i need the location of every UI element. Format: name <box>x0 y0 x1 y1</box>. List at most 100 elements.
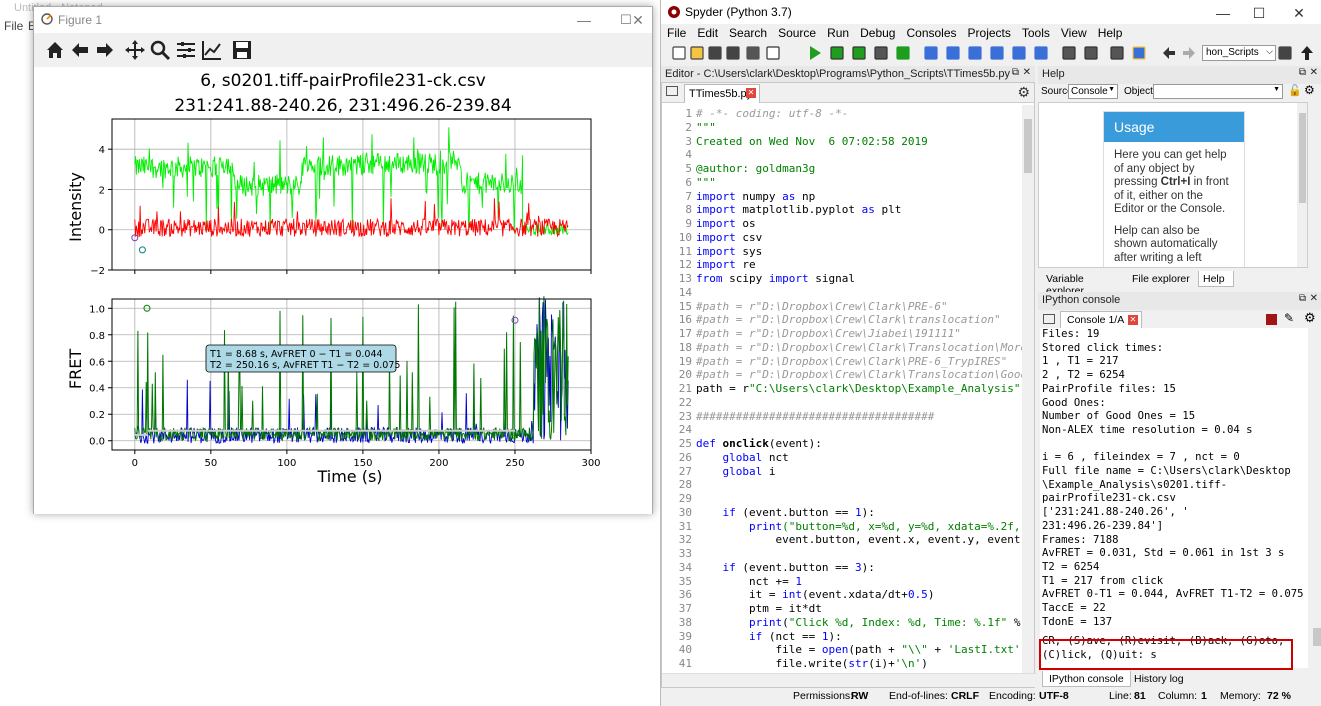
code-line[interactable]: @author: goldman3g <box>696 162 815 175</box>
at-icon[interactable] <box>765 45 781 61</box>
menu-tools[interactable]: Tools <box>1016 24 1055 40</box>
back-icon[interactable] <box>1161 45 1177 61</box>
code-line[interactable]: it = int(event.xdata/dt+0.5) <box>696 588 934 601</box>
save-file-icon[interactable] <box>707 45 723 61</box>
help-close-icon[interactable]: ✕ <box>1310 67 1318 78</box>
help-scrollbar[interactable] <box>1297 103 1307 267</box>
save-all-icon[interactable] <box>725 45 741 61</box>
console-output[interactable]: Files: 19 Stored click times: 1 , T1 = 217… <box>1040 328 1308 668</box>
working-dir-combo[interactable]: hon_Scripts ⌵ <box>1202 45 1276 61</box>
code-line[interactable]: #path = r"D:\Dropbox\Crew\Clark\Transloc… <box>696 368 1022 381</box>
run-cell-icon[interactable] <box>851 45 867 61</box>
menu-source[interactable]: Source <box>772 24 821 40</box>
parent-dir-icon[interactable] <box>1299 45 1315 61</box>
code-line[interactable]: path = r"C:\Users\clark\Desktop\Example_… <box>696 382 1021 395</box>
editor-scrollbar[interactable] <box>1022 105 1034 673</box>
continue-icon[interactable] <box>1011 45 1027 61</box>
code-line[interactable]: file.write(str(i)+'\n') <box>696 657 927 670</box>
code-line[interactable]: #path = r"D:\Dropbox\Crew\Jiabei\191111" <box>696 327 961 340</box>
help-tab-file-explorer[interactable]: File explorer <box>1128 271 1196 287</box>
code-line[interactable]: import numpy as np <box>696 190 815 203</box>
preferences-icon[interactable] <box>1109 45 1125 61</box>
help-undock-icon[interactable]: ⧉ <box>1299 67 1306 78</box>
code-line[interactable]: if (event.button == 1): <box>696 506 875 519</box>
code-line[interactable]: #path = r"D:\Dropbox\Crew\Clark\transloc… <box>696 313 1001 326</box>
options-gear-icon[interactable]: ⚙ <box>1017 84 1030 101</box>
run-file-icon[interactable] <box>829 45 845 61</box>
code-line[interactable]: #################################### <box>696 410 934 423</box>
code-line[interactable]: print("Click %d, Index: %d, Time: %.1f" … <box>696 616 1022 629</box>
stop-debug-icon[interactable] <box>1033 45 1049 61</box>
code-line[interactable]: from scipy import signal <box>696 272 855 285</box>
spyder-maximize-button[interactable]: ☐ <box>1247 3 1271 23</box>
stop-icon[interactable] <box>1266 314 1277 325</box>
help-tab-help[interactable]: Help <box>1198 271 1234 287</box>
figure-canvas[interactable]: 6, s0201.tiff-pairProfile231-ck.csv 231:… <box>34 67 652 514</box>
spyder-minimize-button[interactable]: — <box>1211 3 1235 23</box>
new-file-icon[interactable] <box>671 45 687 61</box>
code-line[interactable]: import csv <box>696 231 762 244</box>
run-cell-advance-icon[interactable] <box>873 45 889 61</box>
plots-svg[interactable]: Time (s) −2 0 2 4 0.0 0.2 0.4 0.6 0.8 1.0 0 50 100 15… <box>34 67 652 514</box>
editor-tab[interactable]: TTimes5b.py ✕ <box>684 84 760 103</box>
console-tab-ipython-console[interactable]: IPython console <box>1042 671 1131 687</box>
list-icon[interactable] <box>745 45 761 61</box>
menu-view[interactable]: View <box>1055 24 1092 40</box>
console-close-icon[interactable]: ✕ <box>1310 293 1318 304</box>
menu-file[interactable]: File <box>661 24 691 40</box>
minimize-button[interactable]: — <box>572 10 596 30</box>
code-line[interactable]: import re <box>696 258 756 271</box>
lock-icon[interactable]: 🔓 <box>1288 84 1302 97</box>
console-undock-icon[interactable]: ⧉ <box>1299 293 1306 304</box>
fullscreen-icon[interactable] <box>1083 45 1099 61</box>
debug-icon[interactable] <box>923 45 939 61</box>
code-line[interactable]: #path = r"D:\Dropbox\Crew\Clark\PRE-6_Tr… <box>696 355 1007 368</box>
code-line[interactable]: #path = r"D:\Dropbox\Crew\Clark\PRE-6" <box>696 300 948 313</box>
forward-arrow-icon[interactable] <box>94 39 116 61</box>
editor-hscrollbar[interactable] <box>662 673 1036 687</box>
menu-edit[interactable]: Edit <box>691 24 723 40</box>
rerun-icon[interactable] <box>895 45 911 61</box>
axes-edit-icon[interactable] <box>201 39 223 61</box>
code-line[interactable]: nct += 1 <box>696 575 802 588</box>
spyder-close-button[interactable]: ✕ <box>1287 3 1311 23</box>
code-line[interactable]: """ <box>696 121 716 134</box>
save-icon[interactable] <box>231 39 253 61</box>
menu-help[interactable]: Help <box>1092 24 1128 40</box>
code-line[interactable]: if (nct == 1): <box>696 630 842 643</box>
eraser-icon[interactable]: ✎ <box>1284 311 1294 325</box>
forward-icon[interactable] <box>1181 45 1197 61</box>
console-scrollbar[interactable] <box>1312 328 1321 668</box>
code-line[interactable]: import matplotlib.pyplot as plt <box>696 203 901 216</box>
object-combo[interactable]: ▼ <box>1153 84 1283 99</box>
code-line[interactable]: import sys <box>696 245 762 258</box>
code-line[interactable]: # -*- coding: utf-8 -*- <box>696 107 848 120</box>
open-file-icon[interactable] <box>689 45 705 61</box>
console-tab-history-log[interactable]: History log <box>1128 671 1190 687</box>
code-editor[interactable]: TTimes5b.py ✕ ⚙ 1 # -*- coding: utf-8 -*-… <box>661 82 1036 688</box>
browse-dir-icon[interactable] <box>1277 45 1293 61</box>
zoom-icon[interactable] <box>149 39 171 61</box>
folder-browse-icon[interactable] <box>666 86 678 96</box>
help-gear-icon[interactable]: ⚙ <box>1304 83 1315 97</box>
code-line[interactable]: if (event.button == 3): <box>696 561 875 574</box>
step-icon[interactable] <box>945 45 961 61</box>
pan-icon[interactable] <box>124 39 146 61</box>
close-button[interactable]: ✕ <box>626 10 650 30</box>
source-combo[interactable]: Console ▼ <box>1068 84 1118 99</box>
code-line[interactable]: print("button=%d, x=%d, y=%d, xdata=%.2f… <box>696 520 1022 533</box>
code-line[interactable]: global nct <box>696 451 789 464</box>
run-icon[interactable] <box>807 45 823 61</box>
undock-icon[interactable]: ⧉ <box>1012 67 1019 78</box>
code-line[interactable]: """ <box>696 176 716 189</box>
help-tab-variable-explorer[interactable]: Variable explorer <box>1042 271 1126 297</box>
code-line[interactable]: #path = r"D:\Dropbox\Crew\Clark\Transloc… <box>696 341 1022 354</box>
code-line[interactable]: file = open(path + "\\" + 'LastI.txt', <box>696 643 1022 656</box>
code-line[interactable]: global i <box>696 465 776 478</box>
editor-scroll-thumb[interactable] <box>1024 119 1032 173</box>
step-return-icon[interactable] <box>989 45 1005 61</box>
subplots-config-icon[interactable] <box>175 39 197 61</box>
code-area[interactable]: 1 # -*- coding: utf-8 -*- 2 """ 3 Created on … <box>662 105 1022 673</box>
menu-run[interactable]: Run <box>821 24 854 40</box>
code-line[interactable]: import os <box>696 217 756 230</box>
